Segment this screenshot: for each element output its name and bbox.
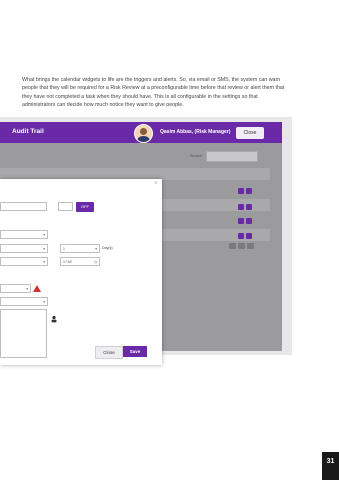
action-button[interactable] xyxy=(247,243,254,249)
intro-paragraph: What brings the calendar widgets to life… xyxy=(22,77,285,109)
delete-icon[interactable] xyxy=(246,218,252,224)
time-input[interactable]: 17:00 ◷ xyxy=(60,257,100,266)
close-icon[interactable]: × xyxy=(154,181,158,187)
edit-icon[interactable] xyxy=(238,218,244,224)
save-button[interactable]: Save xyxy=(123,346,147,357)
chevron-down-icon: ▾ xyxy=(95,247,97,251)
page-number-badge: 31 xyxy=(322,452,339,480)
search-input[interactable] xyxy=(206,151,258,162)
days-count-select[interactable]: 1 ▾ xyxy=(60,244,100,253)
modal-close-button[interactable]: Close xyxy=(95,346,123,359)
alert-toggle[interactable]: OFF xyxy=(76,202,94,212)
days-count-value: 1 xyxy=(63,247,65,251)
avatar-icon xyxy=(137,128,150,142)
chevron-down-icon: ▾ xyxy=(43,300,45,304)
chevron-down-icon: ▾ xyxy=(43,247,45,251)
toggle-track[interactable] xyxy=(58,202,73,211)
clock-icon: ◷ xyxy=(93,260,97,264)
search-label: Search xyxy=(190,154,203,158)
time-value: 17:00 xyxy=(63,260,72,264)
select-field[interactable]: ▾ xyxy=(0,244,48,253)
name-input[interactable] xyxy=(0,202,47,211)
delete-icon[interactable] xyxy=(246,188,252,194)
message-textarea[interactable] xyxy=(0,309,47,358)
select-field[interactable]: ▾ xyxy=(0,284,31,293)
header-close-button[interactable]: Close xyxy=(236,127,264,139)
user-label: Qasim Abbas, (Risk Manager) xyxy=(160,129,231,135)
select-field[interactable]: ▾ xyxy=(0,257,48,266)
chevron-down-icon: ▾ xyxy=(43,260,45,264)
action-button[interactable] xyxy=(238,243,245,249)
user-icon[interactable] xyxy=(50,310,58,323)
chevron-down-icon: ▾ xyxy=(43,233,45,237)
days-label: Day(s) xyxy=(102,246,113,250)
chevron-down-icon: ▾ xyxy=(26,287,28,291)
edit-icon[interactable] xyxy=(238,204,244,210)
select-field[interactable]: ▾ xyxy=(0,230,48,239)
select-field[interactable]: ▾ xyxy=(0,297,48,306)
delete-icon[interactable] xyxy=(246,233,252,239)
app-title: Audit Trail xyxy=(12,128,44,135)
delete-icon[interactable] xyxy=(246,204,252,210)
user-avatar[interactable] xyxy=(134,124,153,143)
action-button[interactable] xyxy=(229,243,236,249)
edit-icon[interactable] xyxy=(238,233,244,239)
edit-icon[interactable] xyxy=(238,188,244,194)
app-header: Audit Trail Qasim Abbas, (Risk Manager) … xyxy=(0,122,282,143)
warning-icon xyxy=(33,285,41,292)
page-number: 31 xyxy=(326,458,335,465)
